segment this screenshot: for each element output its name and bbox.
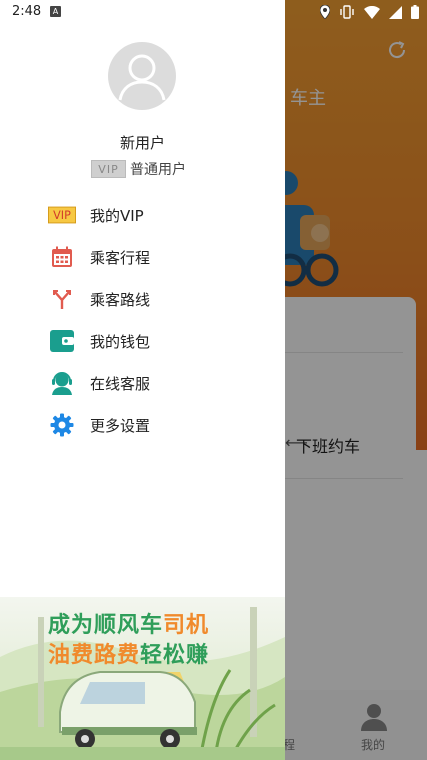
signal-icon bbox=[389, 5, 402, 19]
vip-icon: VIP bbox=[48, 202, 76, 228]
banner-text: 司机 bbox=[163, 613, 210, 638]
svg-text:VIP: VIP bbox=[53, 209, 71, 222]
menu-label: 更多设置 bbox=[90, 416, 151, 435]
gear-icon bbox=[48, 412, 76, 438]
route-fork-icon bbox=[48, 286, 76, 312]
location-icon bbox=[320, 5, 330, 19]
notification-icon: A bbox=[50, 6, 61, 17]
banner-headline-2: 油费路费轻松赚 bbox=[48, 637, 209, 669]
avatar[interactable] bbox=[108, 42, 176, 110]
menu-item-trips[interactable]: 乘客行程 bbox=[0, 237, 285, 277]
banner-text: 成为顺风车 bbox=[48, 613, 164, 638]
customer-service-icon bbox=[48, 370, 76, 396]
user-level-row: VIP 普通用户 bbox=[91, 159, 186, 179]
vibrate-icon bbox=[340, 5, 354, 19]
status-icons bbox=[320, 5, 419, 19]
vip-badge: VIP bbox=[91, 160, 126, 178]
menu-label: 我的VIP bbox=[90, 206, 144, 225]
banner-text: 油费路费 bbox=[48, 643, 141, 668]
user-type: 普通用户 bbox=[130, 162, 186, 178]
wallet-icon bbox=[48, 328, 76, 354]
menu-item-routes[interactable]: 乘客路线 bbox=[0, 279, 285, 319]
battery-icon bbox=[411, 5, 419, 19]
calendar-icon bbox=[48, 244, 76, 270]
menu-label: 我的钱包 bbox=[90, 332, 151, 351]
screen: 车主 ⟵ 下班约车 程 我的 新用户 VIP 普通用户 VIP 我的VIP 乘客… bbox=[0, 0, 427, 760]
status-time: 2:48 bbox=[12, 4, 42, 19]
menu-label: 乘客路线 bbox=[90, 290, 151, 309]
menu-item-settings[interactable]: 更多设置 bbox=[0, 405, 285, 445]
user-avatar-icon bbox=[118, 54, 166, 101]
status-bar: 2:48 A bbox=[0, 0, 427, 24]
menu-item-support[interactable]: 在线客服 bbox=[0, 363, 285, 403]
banner-headline-1: 成为顺风车司机 bbox=[48, 607, 209, 639]
banner-text: 轻松赚 bbox=[140, 643, 210, 668]
menu-item-wallet[interactable]: 我的钱包 bbox=[0, 321, 285, 361]
username: 新用户 bbox=[119, 134, 165, 152]
menu-item-vip[interactable]: VIP 我的VIP bbox=[0, 195, 285, 235]
wifi-icon bbox=[364, 5, 380, 19]
menu-label: 乘客行程 bbox=[90, 248, 151, 267]
menu-label: 在线客服 bbox=[90, 374, 151, 393]
